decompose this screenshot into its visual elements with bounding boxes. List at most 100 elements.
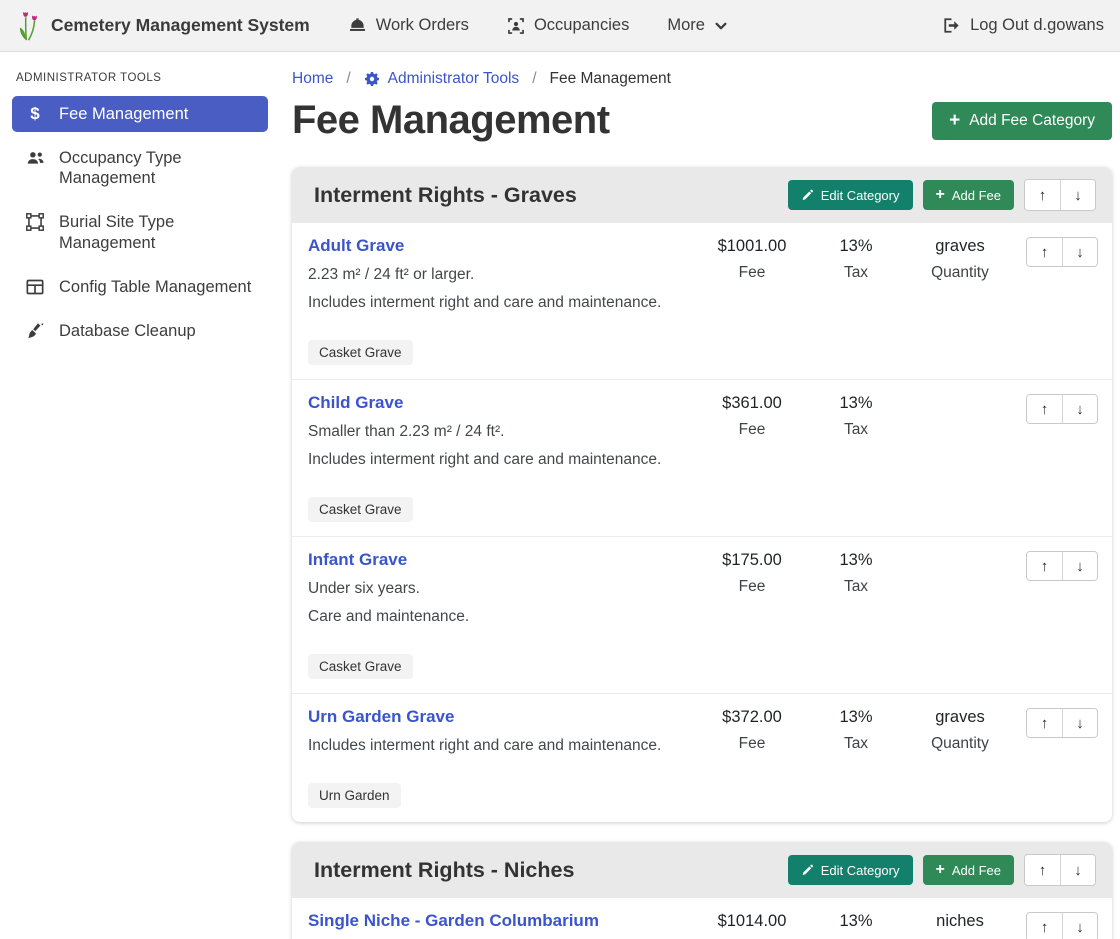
fee: $175.00Fee xyxy=(700,550,804,596)
add-fee-label: Add Fee xyxy=(952,863,1001,878)
chevron-down-icon xyxy=(714,19,728,33)
fee: $372.00Fee xyxy=(700,707,804,753)
pencil-icon xyxy=(801,864,814,877)
fee-description: Under six years. xyxy=(308,580,692,598)
fee-row: Single Niche - Garden ColumbariumGarden … xyxy=(292,898,1112,939)
edit-category-button[interactable]: Edit Category xyxy=(788,855,913,885)
quantity-value: graves xyxy=(908,708,1012,727)
fee-type-badge: Casket Grave xyxy=(308,497,413,522)
move-fee-down-button[interactable]: ↓ xyxy=(1062,913,1097,939)
plus-icon: + xyxy=(949,113,960,128)
fee: $1014.00Fee xyxy=(700,911,804,939)
fee-categories: Interment Rights - GravesEdit Category+A… xyxy=(292,167,1112,939)
fee-details: Urn Garden GraveIncludes interment right… xyxy=(308,707,700,808)
fee-row: Child Grave Smaller than 2.23 m² / 24 ft²… xyxy=(292,380,1112,537)
sidebar-item-burial-site-type-management[interactable]: Burial Site Type Management xyxy=(12,204,268,260)
move-category-down-button[interactable]: ↓ xyxy=(1060,855,1095,885)
move-fee-down-button[interactable]: ↓ xyxy=(1062,552,1097,580)
fee-value: $175.00 xyxy=(700,551,804,570)
gear-icon xyxy=(364,71,380,87)
breadcrumb-separator: / xyxy=(532,70,536,88)
fee-name-link[interactable]: Adult Grave xyxy=(308,236,404,256)
tax: 13% Tax xyxy=(804,236,908,282)
move-fee-up-button[interactable]: ↑ xyxy=(1027,238,1062,266)
add-fee-category-button[interactable]: + Add Fee Category xyxy=(932,102,1112,140)
nav-occupancies[interactable]: Occupancies xyxy=(507,16,629,35)
main-content: Home / Administrator Tools / Fee Managem… xyxy=(278,52,1120,939)
move-fee-up-button[interactable]: ↑ xyxy=(1027,395,1062,423)
sidebar-item-label: Config Table Management xyxy=(59,277,251,297)
move-category-up-button[interactable]: ↑ xyxy=(1025,180,1060,210)
fee-description: Smaller than 2.23 m² / 24 ft². xyxy=(308,423,692,441)
tax-value: 13% xyxy=(804,708,908,727)
move-fee-down-button[interactable]: ↓ xyxy=(1062,709,1097,737)
tax: 13%Tax xyxy=(804,393,908,439)
category-actions: Edit Category +Add Fee ↑↓ xyxy=(788,854,1096,886)
fee-reorder-group: ↑↓ xyxy=(1026,394,1098,424)
sidebar-item-fee-management[interactable]: $Fee Management xyxy=(12,96,268,132)
add-fee-button[interactable]: +Add Fee xyxy=(923,855,1015,885)
move-fee-down-button[interactable]: ↓ xyxy=(1062,395,1097,423)
breadcrumb-admin-tools-link[interactable]: Administrator Tools xyxy=(364,70,520,88)
move-category-down-button[interactable]: ↓ xyxy=(1060,180,1095,210)
fee-reorder-group: ↑↓ xyxy=(1026,912,1098,939)
sidebar-item-occupancy-type-management[interactable]: Occupancy Type Management xyxy=(12,140,268,196)
move-fee-up-button[interactable]: ↑ xyxy=(1027,913,1062,939)
fee-description: Care and maintenance. xyxy=(308,608,692,626)
table-icon xyxy=(24,278,46,296)
breadcrumb-home-link[interactable]: Home xyxy=(292,70,333,88)
tax: 13%Tax xyxy=(804,550,908,596)
quantity: graves Quantity xyxy=(908,236,1012,282)
sidebar-item-label: Database Cleanup xyxy=(59,321,196,341)
add-fee-label: Add Fee xyxy=(952,188,1001,203)
fee-row: Urn Garden GraveIncludes interment right… xyxy=(292,694,1112,822)
fee-value: $1014.00 xyxy=(700,912,804,931)
logout-button[interactable]: Log Out d.gowans xyxy=(942,16,1104,35)
fee-name-link[interactable]: Single Niche - Garden Columbarium xyxy=(308,911,599,931)
move-fee-down-button[interactable]: ↓ xyxy=(1062,238,1097,266)
pencil-icon xyxy=(801,189,814,202)
fee-value: $372.00 xyxy=(700,708,804,727)
fee-label: Fee xyxy=(700,264,804,282)
move-fee-up-button[interactable]: ↑ xyxy=(1027,552,1062,580)
fee-value: $361.00 xyxy=(700,394,804,413)
nav-work-orders[interactable]: Work Orders xyxy=(348,16,469,35)
fee: $361.00Fee xyxy=(700,393,804,439)
tax-value: 13% xyxy=(804,237,908,256)
nav-more[interactable]: More xyxy=(667,16,728,35)
tax-label: Tax xyxy=(804,735,908,753)
quantity-label: Quantity xyxy=(908,264,1012,282)
category-title: Interment Rights - Niches xyxy=(314,858,788,883)
sidebar-item-config-table-management[interactable]: Config Table Management xyxy=(12,269,268,305)
breadcrumb-separator: / xyxy=(346,70,350,88)
tulip-logo-icon xyxy=(16,10,42,42)
fee-description: 2.23 m² / 24 ft² or larger. xyxy=(308,266,692,284)
people-icon xyxy=(24,149,46,168)
quantity-value: graves xyxy=(908,237,1012,256)
tax-label: Tax xyxy=(804,264,908,282)
quantity-value: niches xyxy=(908,912,1012,931)
move-category-up-button[interactable]: ↑ xyxy=(1025,855,1060,885)
fee-row: Adult Grave 2.23 m² / 24 ft² or larger. In… xyxy=(292,223,1112,380)
quantity xyxy=(908,550,1012,551)
fee: $1001.00Fee xyxy=(700,236,804,282)
fee-name-link[interactable]: Infant Grave xyxy=(308,550,407,570)
edit-category-button[interactable]: Edit Category xyxy=(788,180,913,210)
fee-name-link[interactable]: Child Grave xyxy=(308,393,403,413)
fee-reorder-group: ↑↓ xyxy=(1026,551,1098,581)
category-title: Interment Rights - Graves xyxy=(314,183,788,208)
fee-details: Single Niche - Garden ColumbariumGarden … xyxy=(308,911,700,939)
fee-description: Includes interment right and care and ma… xyxy=(308,294,692,312)
fee-details: Infant Grave Under six years. Care and mai… xyxy=(308,550,700,679)
move-fee-up-button[interactable]: ↑ xyxy=(1027,709,1062,737)
tax-value: 13% xyxy=(804,912,908,931)
fee-reorder-group: ↑↓ xyxy=(1026,237,1098,267)
add-fee-button[interactable]: +Add Fee xyxy=(923,180,1015,210)
fee-name-link[interactable]: Urn Garden Grave xyxy=(308,707,454,727)
sidebar-item-database-cleanup[interactable]: Database Cleanup xyxy=(12,313,268,349)
fee-category-card: Interment Rights - GravesEdit Category +A… xyxy=(292,167,1112,822)
log-out-icon xyxy=(942,16,961,35)
occupancies-badge-icon xyxy=(507,17,525,35)
app-brand[interactable]: Cemetery Management System xyxy=(16,10,310,42)
fee-type-badge: Casket Grave xyxy=(308,340,413,365)
